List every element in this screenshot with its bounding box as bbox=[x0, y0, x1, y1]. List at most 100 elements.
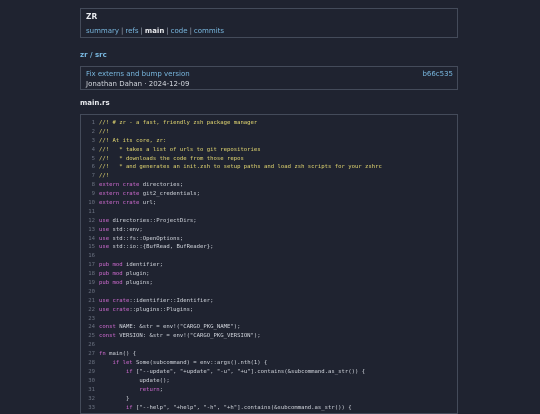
nav-main[interactable]: main bbox=[145, 27, 164, 35]
nav-separator: | bbox=[189, 27, 192, 35]
line-number[interactable]: 18 bbox=[81, 270, 95, 279]
commit-author: Jonathan Dahan bbox=[86, 80, 143, 88]
commit-message[interactable]: Fix externs and bump version bbox=[86, 70, 452, 78]
line-number[interactable]: 15 bbox=[81, 243, 95, 252]
code-line: 24 const NAME: &str = env!("CARGO_PKG_NAM… bbox=[81, 323, 457, 332]
line-number[interactable]: 14 bbox=[81, 235, 95, 244]
latest-commit: Fix externs and bump version b66c535 Jon… bbox=[80, 66, 458, 90]
line-number[interactable]: 9 bbox=[81, 190, 95, 199]
code-token: extern crate bbox=[99, 182, 140, 189]
line-number[interactable]: 27 bbox=[81, 350, 95, 359]
nav-summary[interactable]: summary bbox=[86, 27, 119, 35]
breadcrumb-repo[interactable]: zr bbox=[80, 51, 88, 59]
code-text: git2_credentials; bbox=[139, 191, 201, 198]
line-number[interactable]: 25 bbox=[81, 332, 95, 341]
code-line: 15 use std::io::{BufRead, BufReader}; bbox=[81, 243, 457, 252]
code-text: ::plugins::Plugins; bbox=[129, 306, 194, 313]
code-token: if let bbox=[99, 360, 133, 367]
code-token: use bbox=[99, 235, 110, 242]
repo-title: ZR bbox=[86, 12, 98, 21]
line-number[interactable]: 23 bbox=[81, 315, 95, 324]
line-number[interactable]: 2 bbox=[81, 128, 95, 137]
code-token: } bbox=[99, 395, 130, 402]
line-number[interactable]: 8 bbox=[81, 181, 95, 190]
code-token: fn bbox=[99, 351, 106, 358]
code-line: 5 //! * downloads the code from those rep… bbox=[81, 155, 457, 164]
file-name: main.rs bbox=[80, 99, 110, 107]
breadcrumb: zr / src bbox=[80, 51, 107, 59]
code-viewer: 1 //! # zr - a fast, friendly zsh package… bbox=[80, 114, 458, 414]
code-line: 27 fn main() { bbox=[81, 350, 457, 359]
line-number[interactable]: 5 bbox=[81, 155, 95, 164]
code-token: extern crate bbox=[99, 200, 140, 207]
nav-code[interactable]: code bbox=[171, 27, 188, 35]
code-line: 23 bbox=[81, 315, 457, 324]
line-number[interactable]: 4 bbox=[81, 146, 95, 155]
code-line: 7 //! bbox=[81, 172, 457, 181]
line-number[interactable]: 11 bbox=[81, 208, 95, 217]
code-token: //! * takes a list of urls to git reposi… bbox=[99, 146, 261, 153]
line-number[interactable]: 24 bbox=[81, 323, 95, 332]
code-text: directories::ProjectDirs; bbox=[109, 217, 197, 224]
nav-separator: | bbox=[121, 27, 124, 35]
code-token: extern crate bbox=[99, 191, 140, 198]
nav-separator: | bbox=[140, 27, 143, 35]
code-line: 4 //! * takes a list of urls to git repos… bbox=[81, 146, 457, 155]
line-number[interactable]: 1 bbox=[81, 119, 95, 128]
commit-date: 2024-12-09 bbox=[148, 80, 190, 88]
line-number[interactable]: 13 bbox=[81, 226, 95, 235]
line-number[interactable]: 26 bbox=[81, 341, 95, 350]
code-line: 1 //! # zr - a fast, friendly zsh package… bbox=[81, 119, 457, 128]
repo-header: ZR summary | refs | main | code | commits bbox=[80, 8, 458, 38]
code-token: //! * and generates an init.zsh to setup… bbox=[99, 164, 382, 171]
code-token: pub mod bbox=[99, 271, 123, 278]
commit-hash[interactable]: b66c535 bbox=[422, 70, 453, 78]
code-line: 10 extern crate url; bbox=[81, 199, 457, 208]
code-line: 8 extern crate directories; bbox=[81, 181, 457, 190]
line-number[interactable]: 21 bbox=[81, 297, 95, 306]
code-line: 26 bbox=[81, 341, 457, 350]
line-number[interactable]: 29 bbox=[81, 368, 95, 377]
code-text: VERSION: &str = env!("CARGO_PKG_VERSION"… bbox=[115, 333, 261, 340]
code-text: std::env; bbox=[109, 226, 143, 233]
line-number[interactable]: 6 bbox=[81, 163, 95, 172]
line-number[interactable]: 20 bbox=[81, 288, 95, 297]
code-text: directories; bbox=[139, 182, 184, 189]
line-number[interactable]: 31 bbox=[81, 386, 95, 395]
line-number[interactable]: 28 bbox=[81, 359, 95, 368]
nav-separator: | bbox=[166, 27, 169, 35]
line-number[interactable]: 19 bbox=[81, 279, 95, 288]
line-number[interactable]: 16 bbox=[81, 252, 95, 261]
code-line: 31 return; bbox=[81, 386, 457, 395]
line-number[interactable]: 17 bbox=[81, 261, 95, 270]
code-text: main() { bbox=[105, 351, 137, 358]
nav-commits[interactable]: commits bbox=[194, 27, 224, 35]
code-line: 22 use crate::plugins::Plugins; bbox=[81, 306, 457, 315]
line-number[interactable]: 30 bbox=[81, 377, 95, 386]
line-number[interactable]: 22 bbox=[81, 306, 95, 315]
nav-refs[interactable]: refs bbox=[125, 27, 138, 35]
code-token: pub mod bbox=[99, 280, 123, 287]
code-line: 9 extern crate git2_credentials; bbox=[81, 190, 457, 199]
code-token: //! At its core, zr: bbox=[99, 137, 167, 144]
code-line: 28 if let Some(subcommand) = env::args()… bbox=[81, 359, 457, 368]
line-number[interactable]: 32 bbox=[81, 395, 95, 404]
line-number[interactable]: 12 bbox=[81, 217, 95, 226]
code-line: 18 pub mod plugin; bbox=[81, 270, 457, 279]
breadcrumb-dir[interactable]: src bbox=[95, 51, 107, 59]
code-token: //! bbox=[99, 173, 110, 180]
code-token: use crate bbox=[99, 297, 130, 304]
code-line: 11 bbox=[81, 208, 457, 217]
code-line: 29 if ["--update", "+update", "-u", "+u"… bbox=[81, 368, 457, 377]
code-token: //! * downloads the code from those repo… bbox=[99, 155, 244, 162]
code-text: identifier; bbox=[122, 262, 163, 269]
line-number[interactable]: 10 bbox=[81, 199, 95, 208]
code-line: 6 //! * and generates an init.zsh to setu… bbox=[81, 163, 457, 172]
code-line: 12 use directories::ProjectDirs; bbox=[81, 217, 457, 226]
line-number[interactable]: 3 bbox=[81, 137, 95, 146]
code-line: 19 pub mod plugins; bbox=[81, 279, 457, 288]
code-token: if bbox=[99, 368, 133, 375]
line-number[interactable]: 7 bbox=[81, 172, 95, 181]
code-token: const bbox=[99, 324, 116, 331]
code-line: 20 bbox=[81, 288, 457, 297]
